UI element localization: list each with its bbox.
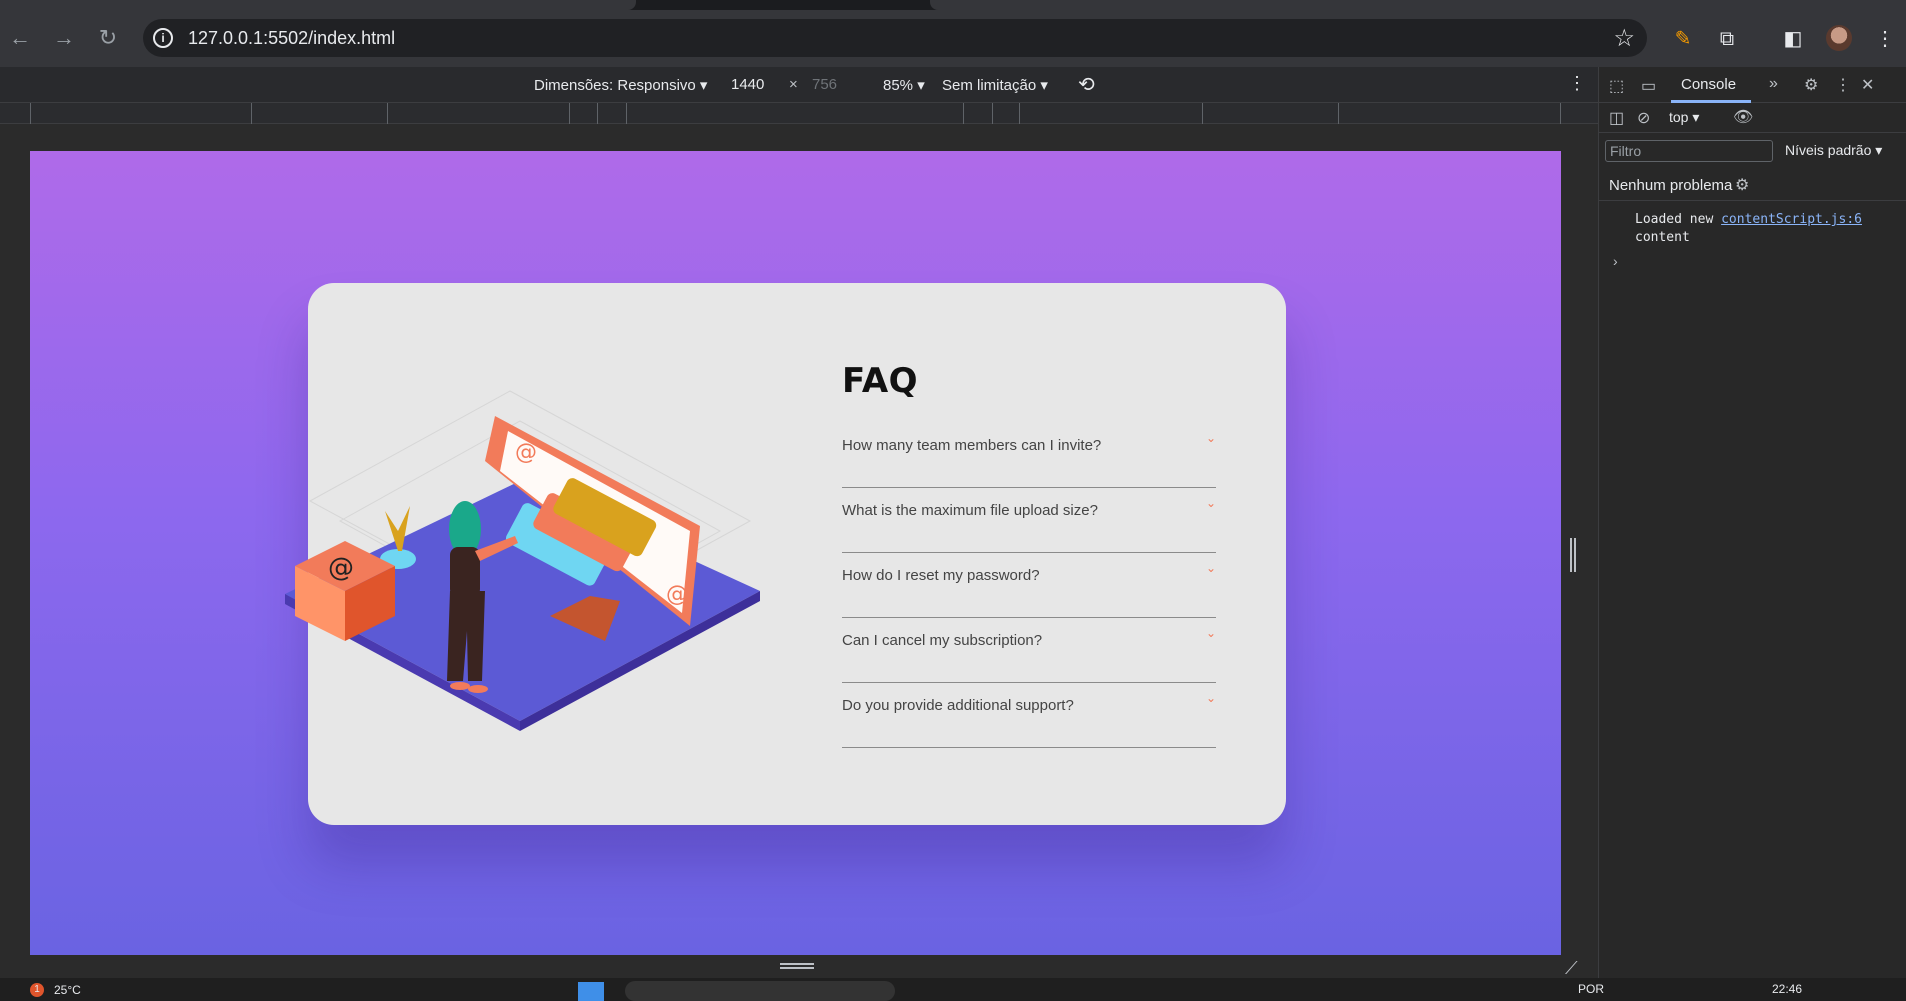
forward-icon[interactable]: → (50, 24, 78, 52)
faq-item[interactable]: Can I cancel my subscription? ⌄ (842, 618, 1216, 683)
windows-start-icon[interactable] (578, 982, 604, 1001)
issues-bar: Nenhum problema ⚙ (1599, 169, 1906, 201)
faq-question[interactable]: Do you provide additional support? (842, 697, 1074, 714)
devtools-menu-icon[interactable]: ⋮ (1835, 75, 1851, 95)
menu-icon[interactable]: ⋮ (1872, 26, 1898, 52)
clear-icon[interactable]: ⊘ (1637, 108, 1650, 128)
viewport-resize-handle[interactable] (1570, 538, 1576, 572)
svg-text:@: @ (666, 582, 688, 607)
illustration: @ @ @ (285, 390, 760, 731)
faq-question[interactable]: Can I cancel my subscription? (842, 632, 1042, 649)
context-select[interactable]: top ▾ (1669, 109, 1699, 126)
faq-item[interactable]: How do I reset my password? ⌄ (842, 553, 1216, 618)
devtools-tabs: ⬚ ▭ Console » ⚙ ⋮ ✕ (1599, 67, 1906, 103)
side-panel-icon[interactable]: ◧ (1780, 26, 1806, 52)
console-toolbar: ◫ ⊘ top ▾ 👁 (1599, 103, 1906, 133)
chevron-down-icon[interactable]: ⌄ (1206, 626, 1216, 640)
issues-label[interactable]: Nenhum problema (1609, 177, 1732, 194)
faq-question[interactable]: How do I reset my password? (842, 567, 1040, 584)
more-tabs-icon[interactable]: » (1769, 75, 1778, 93)
avatar[interactable] (1826, 25, 1852, 51)
media-query-ruler (0, 102, 1598, 125)
viewport-height-handle[interactable] (780, 963, 814, 969)
sidebar-icon[interactable]: ◫ (1609, 108, 1624, 128)
chevron-down-icon[interactable]: ⌄ (1206, 691, 1216, 705)
site-info-icon[interactable]: i (153, 28, 173, 48)
faq-item[interactable]: What is the maximum file upload size? ⌄ (842, 488, 1216, 553)
zoom-select[interactable]: 85% ▾ (883, 76, 925, 94)
rotate-icon[interactable]: ⟲ (1078, 72, 1095, 97)
device-menu-icon[interactable]: ⋮ (1568, 73, 1586, 94)
devtools-panel: ⬚ ▭ Console » ⚙ ⋮ ✕ ◫ ⊘ top ▾ 👁 Filtro N… (1598, 67, 1906, 978)
language-indicator[interactable]: POR (1578, 982, 1604, 996)
browser-tab[interactable] (0, 0, 636, 10)
extensions-icon[interactable]: ⧉ (1714, 26, 1740, 52)
console-prompt-icon[interactable]: › (1613, 253, 1618, 269)
dimensions-label: Dimensões: Responsivo (534, 77, 696, 94)
log-source-link[interactable]: contentScript.js:6 (1721, 212, 1862, 227)
device-toggle-icon[interactable]: ▭ (1641, 76, 1656, 96)
back-icon[interactable]: ← (6, 24, 34, 52)
levels-label: Níveis padrão (1785, 142, 1872, 158)
tab-strip (0, 0, 1906, 10)
faq-title: FAQ (842, 361, 919, 401)
os-taskbar: 1 25°C POR 22:46 (0, 978, 1906, 1001)
device-toolbar: Dimensões: Responsivo ▾ 1440 × 756 85% ▾… (0, 67, 1598, 102)
chevron-down-icon[interactable]: ⌄ (1206, 431, 1216, 445)
width-input[interactable]: 1440 (731, 76, 764, 93)
console-log: Loaded new contentScript.js:6 content (1635, 211, 1862, 247)
notification-badge[interactable]: 1 (30, 983, 44, 997)
svg-text:@: @ (328, 553, 354, 583)
dimensions-select[interactable]: Dimensões: Responsivo ▾ (534, 76, 707, 94)
svg-text:@: @ (515, 440, 537, 465)
faq-section: FAQ How many team members can I invite? … (842, 361, 1216, 748)
faq-item[interactable]: How many team members can I invite? ⌄ (842, 423, 1216, 488)
issues-gear-icon[interactable]: ⚙ (1735, 175, 1749, 195)
bookmark-star-icon[interactable]: ☆ (1613, 24, 1635, 53)
faq-item[interactable]: Do you provide additional support? ⌄ (842, 683, 1216, 748)
weather-text[interactable]: 25°C (54, 983, 81, 997)
browser-tab-2[interactable] (930, 0, 1906, 10)
chevron-down-icon[interactable]: ⌄ (1206, 561, 1216, 575)
filter-input[interactable]: Filtro (1605, 140, 1773, 162)
tab-console[interactable]: Console (1681, 76, 1736, 93)
times-sign: × (789, 76, 798, 93)
pen-extension-icon[interactable]: ✎ (1670, 26, 1696, 52)
clock-text[interactable]: 22:46 (1772, 982, 1802, 996)
chevron-down-icon[interactable]: ⌄ (1206, 496, 1216, 510)
inspect-icon[interactable]: ⬚ (1609, 76, 1624, 96)
resize-corner-icon[interactable]: ⟋ (1565, 958, 1578, 979)
height-input[interactable]: 756 (812, 76, 837, 93)
log-text-2: content (1635, 230, 1690, 245)
eye-icon[interactable]: 👁 (1733, 107, 1753, 127)
close-icon[interactable]: ✕ (1861, 75, 1874, 95)
faq-question[interactable]: What is the maximum file upload size? (842, 502, 1098, 519)
url-text[interactable]: 127.0.0.1:5502/index.html (188, 28, 395, 49)
gear-icon[interactable]: ⚙ (1804, 75, 1818, 95)
reload-icon[interactable]: ↻ (94, 24, 122, 52)
page-viewport: @ @ @ FAQ How many team members can I in… (30, 151, 1561, 955)
zoom-label: 85% (883, 77, 914, 94)
throttle-label: Sem limitação (942, 77, 1037, 94)
address-bar[interactable]: i 127.0.0.1:5502/index.html ☆ (143, 19, 1647, 57)
log-text: Loaded new (1635, 212, 1714, 227)
log-levels-select[interactable]: Níveis padrão ▾ (1785, 142, 1882, 159)
faq-question[interactable]: How many team members can I invite? (842, 437, 1101, 454)
throttle-select[interactable]: Sem limitação ▾ (942, 76, 1048, 94)
context-label: top (1669, 109, 1689, 125)
taskbar-search-input[interactable] (625, 981, 895, 1001)
browser-toolbar: ← → ↻ i 127.0.0.1:5502/index.html ☆ ✎ ⧉ … (0, 10, 1906, 67)
